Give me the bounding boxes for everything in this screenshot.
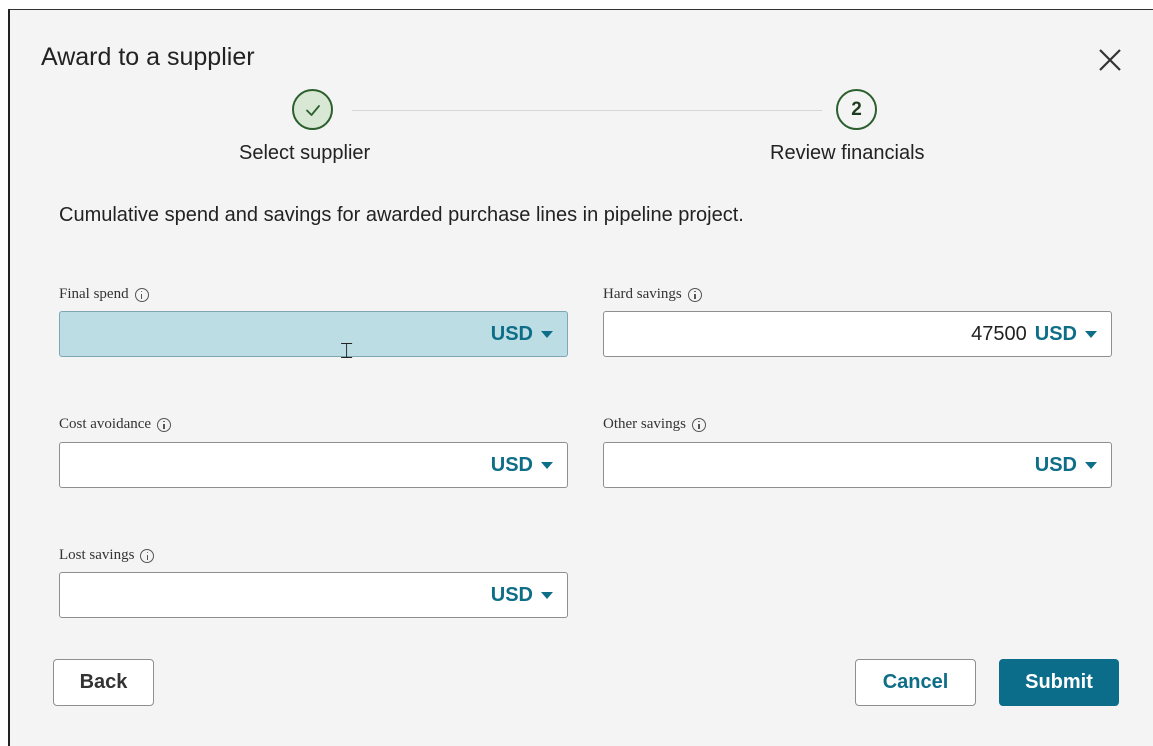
chevron-down-icon: [541, 591, 553, 599]
info-icon[interactable]: [134, 287, 149, 302]
other-savings-currency-dropdown[interactable]: USD: [1035, 454, 1097, 477]
final-spend-currency-dropdown[interactable]: USD: [491, 323, 553, 346]
check-icon: [305, 104, 320, 116]
hard-savings-label: Hard savings: [603, 286, 702, 303]
info-icon[interactable]: [691, 417, 706, 432]
award-supplier-dialog: Award to a supplier 2 Select supplier Re…: [8, 9, 1153, 746]
submit-button[interactable]: Submit: [999, 659, 1119, 706]
hard-savings-value: 47500: [971, 322, 1027, 345]
final-spend-input[interactable]: USD: [59, 311, 568, 357]
cost-avoidance-input[interactable]: USD: [59, 442, 568, 488]
step-two-number: 2: [851, 98, 862, 120]
step-two-label: Review financials: [770, 142, 925, 164]
step-one-indicator: [292, 89, 333, 130]
info-icon[interactable]: [687, 287, 702, 302]
hard-savings-input[interactable]: 47500 USD: [603, 311, 1112, 357]
chevron-down-icon: [1085, 461, 1097, 469]
cost-avoidance-currency-dropdown[interactable]: USD: [491, 454, 553, 477]
close-icon: [1099, 49, 1121, 71]
final-spend-label: Final spend: [59, 286, 149, 303]
cancel-button[interactable]: Cancel: [855, 659, 976, 706]
stepper-connector: [352, 110, 822, 111]
lost-savings-label: Lost savings: [59, 547, 155, 564]
lost-savings-input[interactable]: USD: [59, 572, 568, 618]
chevron-down-icon: [1085, 330, 1097, 338]
info-icon[interactable]: [157, 417, 172, 432]
other-savings-input[interactable]: USD: [603, 442, 1112, 488]
close-button[interactable]: [1096, 46, 1124, 74]
step-two-indicator: 2: [836, 89, 877, 130]
info-icon[interactable]: [140, 548, 155, 563]
dialog-title: Award to a supplier: [41, 43, 255, 71]
chevron-down-icon: [541, 330, 553, 338]
chevron-down-icon: [541, 461, 553, 469]
back-button[interactable]: Back: [53, 659, 154, 706]
step-one-label: Select supplier: [239, 142, 371, 164]
cost-avoidance-label: Cost avoidance: [59, 416, 172, 433]
hard-savings-currency-dropdown[interactable]: USD: [1035, 323, 1097, 346]
lost-savings-currency-dropdown[interactable]: USD: [491, 584, 553, 607]
text-cursor-icon: ⌶: [340, 339, 354, 364]
financials-description: Cumulative spend and savings for awarded…: [59, 204, 744, 226]
other-savings-label: Other savings: [603, 416, 706, 433]
